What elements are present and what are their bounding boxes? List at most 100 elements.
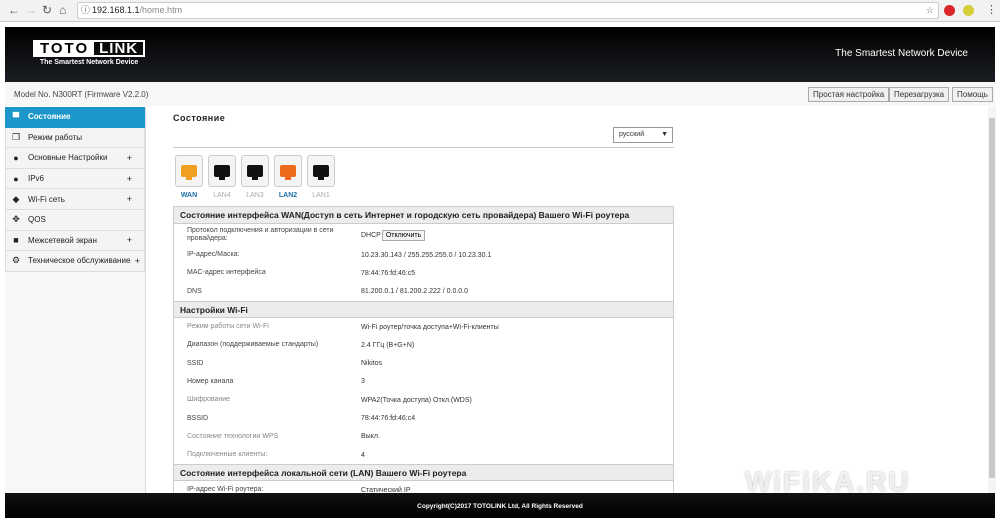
logo-text-left: TOTO	[35, 42, 94, 55]
ethernet-jack-icon	[280, 165, 296, 177]
chevron-down-icon: ▼	[661, 128, 668, 142]
row-label: Состояние технологии WPS	[174, 433, 361, 441]
port-lan3-icon	[241, 155, 269, 187]
table-row: Протокол подключения и авторизации в сет…	[174, 224, 673, 246]
ethernet-jack-icon	[181, 165, 197, 177]
url-host: 192.168.1.1	[92, 5, 140, 15]
row-label: Шифрование	[174, 396, 361, 404]
forward-icon[interactable]: →	[25, 3, 37, 17]
port-label: LAN2	[274, 192, 302, 199]
scrollbar-thumb[interactable]	[989, 118, 995, 478]
extension-icon[interactable]	[963, 5, 974, 16]
expand-icon: +	[127, 153, 132, 163]
row-value: 78:44:76:fd:46:c5	[361, 270, 415, 277]
row-value: 4	[361, 452, 365, 459]
table-row: Диапазон (поддерживаемые стандарты)2.4 Г…	[174, 336, 673, 354]
sidebar-item-mode[interactable]: ❐Режим работы	[5, 128, 145, 149]
lan-section-header: Состояние интерфейса локальной сети (LAN…	[174, 464, 673, 481]
easy-setup-button[interactable]: Простая настройка	[808, 87, 889, 102]
row-label: BSSID	[174, 415, 361, 423]
port-status	[175, 155, 335, 187]
port-label: WAN	[175, 192, 203, 199]
table-row: BSSID78:44:76:fd:46:c4	[174, 409, 673, 427]
sidebar-item-maintenance[interactable]: ⚙ Техническое обслуживание +	[5, 251, 145, 272]
expand-icon: +	[127, 174, 132, 184]
sidebar-item-status[interactable]: ▀ Состояние	[5, 107, 145, 128]
row-label: Номер канала	[174, 378, 361, 386]
logo-tagline: The Smartest Network Device	[33, 59, 145, 66]
reload-icon[interactable]: ↻	[42, 3, 52, 17]
sidebar-item-qos[interactable]: ✥QOS	[5, 210, 145, 231]
model-bar: Model No. N300RT (Firmware V2.2.0) Прост…	[5, 82, 995, 106]
table-row: IP-адрес/Маска:10.23.30.143 / 255.255.25…	[174, 246, 673, 264]
language-value: русский	[619, 131, 644, 138]
url-path: /home.htm	[140, 5, 183, 15]
wifi-icon: ◆	[10, 194, 22, 205]
port-wan-icon	[175, 155, 203, 187]
row-value: 10.23.30.143 / 255.255.255.0 / 10.23.30.…	[361, 252, 491, 259]
port-lan4-icon	[208, 155, 236, 187]
back-icon[interactable]: ←	[8, 3, 20, 17]
table-row: MAC-адрес интерфейса78:44:76:fd:46:c5	[174, 264, 673, 282]
sidebar-item-label: Межсетевой экран	[28, 236, 97, 245]
row-label: DNS	[174, 288, 361, 296]
row-label: Диапазон (поддерживаемые стандарты)	[174, 341, 361, 349]
windows-icon: ❐	[10, 132, 22, 143]
status-table: Состояние интерфейса WAN(Доступ в сеть И…	[173, 206, 674, 501]
expand-icon: +	[127, 194, 132, 204]
adblock-icon[interactable]	[944, 5, 955, 16]
language-select[interactable]: русский ▼	[613, 127, 673, 143]
row-label: IP-адрес/Маска:	[174, 251, 361, 259]
row-label: SSID	[174, 360, 361, 368]
table-row: Номер канала3	[174, 373, 673, 391]
help-button[interactable]: Помощь	[952, 87, 993, 102]
sidebar-item-label: IPv6	[28, 174, 44, 183]
table-row: DNS81.200.0.1 / 81.200.2.222 / 0.0.0.0	[174, 283, 673, 301]
gear-icon: ⚙	[10, 255, 22, 266]
home-icon[interactable]: ⌂	[59, 3, 66, 17]
expand-icon: +	[135, 256, 140, 266]
info-icon[interactable]: ⓘ	[81, 3, 90, 18]
row-label: Подключенные клиенты:	[174, 451, 361, 459]
chat-icon: ▀	[10, 112, 22, 122]
logo-text-right: LINK	[94, 42, 143, 55]
address-bar[interactable]: ⓘ 192.168.1.1/home.htm ☆	[77, 2, 939, 19]
sidebar-item-label: Wi-Fi сеть	[28, 195, 65, 204]
menu-icon[interactable]: ⋮	[986, 3, 997, 16]
globe-icon: ●	[10, 174, 22, 184]
table-row: SSIDNikitos	[174, 354, 673, 372]
divider	[173, 147, 674, 148]
ethernet-jack-icon	[214, 165, 230, 177]
sidebar-item-label: QOS	[28, 215, 46, 224]
row-value: Выкл.	[361, 433, 380, 440]
row-value: Nikitos	[361, 360, 382, 367]
port-label: LAN1	[307, 192, 335, 199]
row-label: Режим работы сети Wi-Fi	[174, 323, 361, 331]
sidebar-item-label: Техническое обслуживание	[28, 256, 130, 265]
table-row: Подключенные клиенты:4	[174, 446, 673, 464]
sidebar-item-label: Состояние	[28, 112, 70, 121]
disconnect-button[interactable]: Отключить	[382, 230, 425, 241]
totolink-logo: TOTOLINK The Smartest Network Device	[33, 40, 145, 66]
port-lan2-icon	[274, 155, 302, 187]
star-icon[interactable]: ☆	[926, 3, 934, 18]
table-row: ШифрованиеWPA2(Точка доступа) Откл.(WDS)	[174, 391, 673, 409]
ethernet-jack-icon	[313, 165, 329, 177]
sidebar: ▀ Состояние ❐Режим работы ●Основные Настр…	[5, 107, 146, 493]
port-labels: WANLAN4LAN3LAN2LAN1	[175, 192, 335, 199]
reboot-button[interactable]: Перезагрузка	[889, 87, 949, 102]
table-row: Режим работы сети Wi-FiWi-Fi роутер/точк…	[174, 318, 673, 336]
scrollbar[interactable]	[988, 107, 996, 493]
row-value: 78:44:76:fd:46:c4	[361, 415, 415, 422]
wan-section-header: Состояние интерфейса WAN(Доступ в сеть И…	[174, 207, 673, 224]
port-lan1-icon	[307, 155, 335, 187]
lock-icon: ■	[10, 235, 22, 245]
sidebar-item-ipv6[interactable]: ● IPv6 +	[5, 169, 145, 190]
sidebar-item-basic-settings[interactable]: ●Основные Настройки+	[5, 148, 145, 169]
sidebar-item-wifi[interactable]: ◆ Wi-Fi сеть +	[5, 189, 145, 210]
watermark: WiFiKA.RU	[745, 466, 911, 498]
row-value: 2.4 ГГц (B+G+N)	[361, 342, 414, 349]
expand-icon: +	[127, 235, 132, 245]
table-row: Состояние технологии WPSВыкл.	[174, 428, 673, 446]
sidebar-item-firewall[interactable]: ■ Межсетевой экран +	[5, 231, 145, 252]
